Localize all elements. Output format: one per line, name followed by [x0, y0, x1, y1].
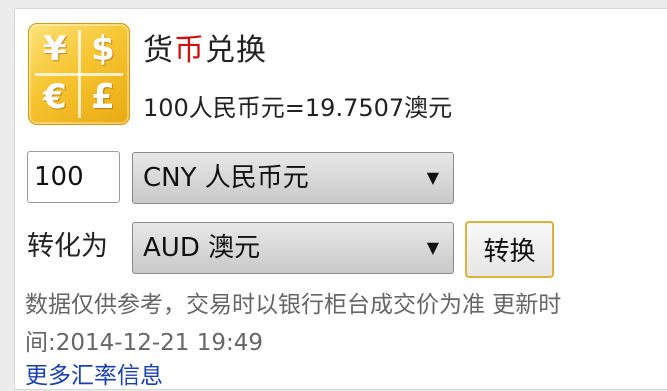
disclaimer-text: 数据仅供参考，交易时以银行柜台成交价为准 更新时 间:2014-12-21 19…: [25, 286, 667, 362]
title-part-1: 货: [143, 33, 174, 68]
to-currency-select[interactable]: AUD 澳元 ▼: [132, 222, 454, 274]
euro-symbol: €: [43, 77, 67, 117]
convert-button[interactable]: 转换: [465, 221, 554, 278]
from-currency-select[interactable]: CNY 人民币元 ▼: [132, 152, 454, 204]
from-currency-value: CNY 人民币元: [143, 163, 309, 193]
title-accent: 币: [174, 33, 205, 68]
yen-symbol: ¥: [43, 29, 67, 69]
disclaimer-line-2: 间:2014-12-21 19:49: [25, 330, 264, 356]
title-part-2: 兑换: [205, 33, 267, 68]
convert-to-label: 转化为: [27, 231, 108, 262]
page-title: 货币兑换: [143, 33, 267, 69]
dropdown-arrow-icon: ▼: [426, 238, 439, 257]
amount-input[interactable]: [27, 151, 120, 203]
pound-symbol: £: [91, 77, 115, 117]
disclaimer-line-1: 数据仅供参考，交易时以银行柜台成交价为准 更新时: [25, 292, 562, 318]
more-rates-link[interactable]: 更多汇率信息: [25, 361, 163, 391]
dropdown-arrow-icon: ▼: [426, 168, 439, 187]
currency-converter-card: ¥ $ € £ 货币兑换 100人民币元=19.7507澳元 CNY 人民币元 …: [14, 8, 667, 390]
dollar-symbol: $: [91, 29, 115, 69]
to-currency-value: AUD 澳元: [143, 233, 261, 263]
exchange-rate-text: 100人民币元=19.7507澳元: [143, 94, 453, 122]
currency-exchange-icon: ¥ $ € £: [28, 23, 130, 125]
